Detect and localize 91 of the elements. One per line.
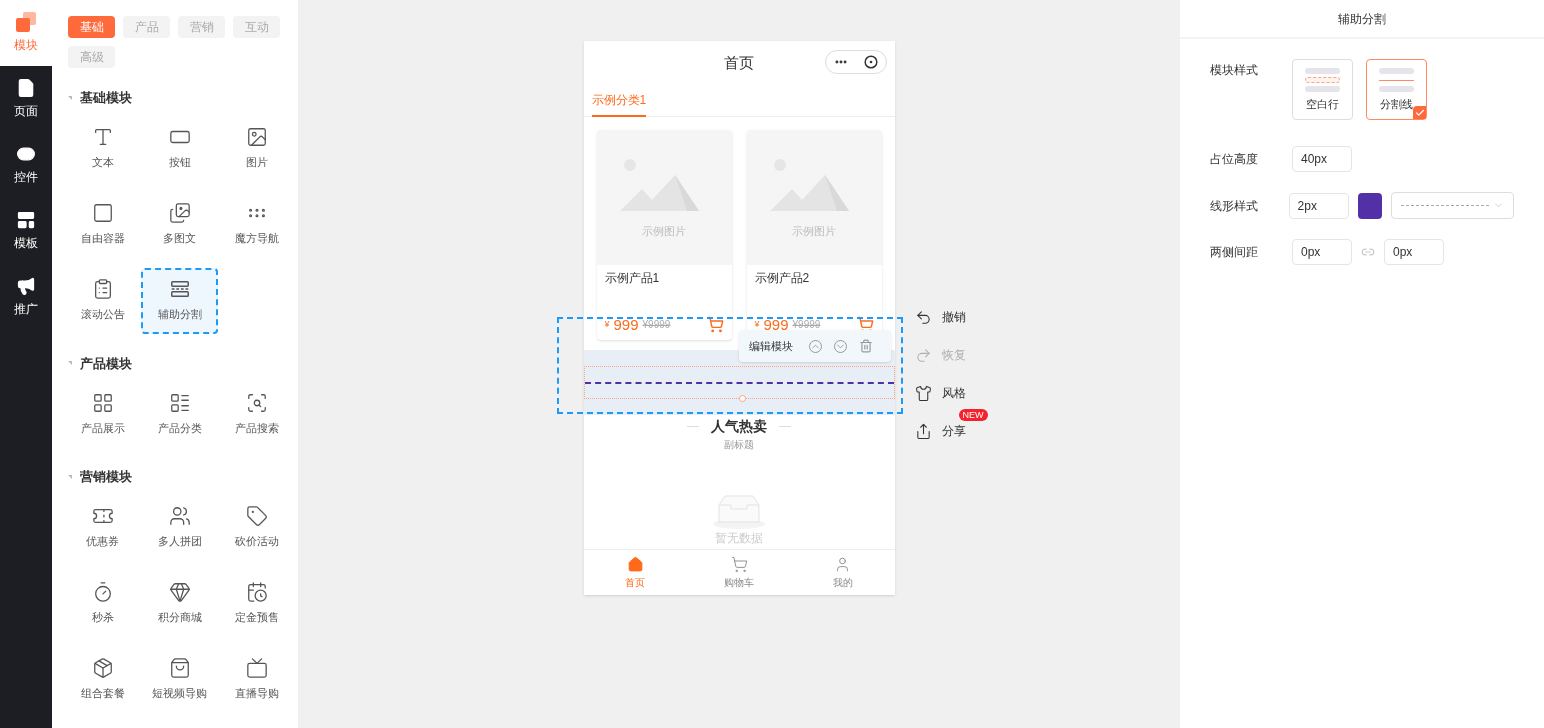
resize-handle[interactable]	[739, 395, 746, 402]
style-option[interactable]: 分割线	[1366, 59, 1427, 120]
section-subtitle: 副标题	[723, 438, 755, 452]
home-icon	[626, 555, 644, 573]
image-icon	[246, 126, 269, 149]
target-icon	[863, 55, 878, 69]
price: 999	[613, 314, 639, 335]
module-item[interactable]: 产品分类	[141, 381, 219, 447]
blocks-icon	[16, 12, 36, 32]
expand-triangle-icon	[68, 474, 72, 479]
module-item[interactable]: 产品搜索	[218, 381, 296, 447]
tab-bar-item[interactable]: 我的	[790, 550, 895, 595]
expand-triangle-icon	[68, 361, 72, 366]
module-item[interactable]: 积分商城	[141, 570, 219, 637]
group-title: 产品模块	[80, 354, 132, 373]
expand-triangle-icon	[68, 95, 72, 100]
module-item[interactable]: 多人拼团	[141, 494, 219, 561]
tv-icon	[246, 657, 269, 680]
price: 999	[763, 314, 789, 335]
nav-item[interactable]: 推广	[0, 264, 52, 330]
bag-icon	[168, 657, 191, 680]
product-name: 示例产品2	[753, 270, 811, 287]
template-icon	[16, 210, 36, 230]
side-action[interactable]: 分享	[914, 421, 975, 441]
nav-item[interactable]: 控件	[0, 132, 52, 198]
tab-bar-item[interactable]: 购物车	[687, 550, 791, 595]
panel-title: 辅助分割	[1338, 10, 1386, 28]
module-item[interactable]: 短视频导购	[141, 646, 219, 713]
grid-icon	[91, 391, 114, 414]
check-icon	[1413, 106, 1426, 119]
module-item[interactable]: 直播导购	[218, 646, 296, 713]
price-currency: ¥	[754, 318, 760, 331]
side-action[interactable]: 撤销	[914, 307, 975, 327]
side-action[interactable]: 风格	[914, 383, 975, 403]
module-item[interactable]: 产品展示	[64, 381, 141, 447]
group-title: 营销模块	[80, 468, 132, 486]
field-label: 占位高度	[1210, 151, 1259, 168]
tag-icon	[246, 505, 269, 528]
share-icon	[914, 422, 932, 440]
module-item[interactable]: 组合套餐	[64, 646, 141, 713]
style-option[interactable]: 空白行	[1292, 59, 1353, 120]
section-title: 人气热卖	[711, 417, 767, 436]
group-title: 基础模块	[80, 89, 132, 107]
price-currency: ¥	[604, 318, 610, 331]
group-icon	[168, 505, 191, 528]
cart-icon	[730, 555, 748, 573]
delete-button[interactable]	[858, 339, 873, 353]
square-icon	[91, 202, 114, 225]
page-icon	[16, 78, 36, 98]
module-item[interactable]: 多图文	[141, 191, 219, 258]
images-icon	[168, 202, 191, 225]
empty-tray-icon	[712, 493, 766, 529]
new-badge: NEW	[958, 409, 988, 421]
module-item[interactable]: 滚动公告	[64, 267, 141, 334]
undo-icon	[914, 308, 932, 326]
gem-icon	[168, 581, 191, 604]
shirt-icon	[914, 384, 932, 402]
line-style-select[interactable]	[1391, 192, 1514, 219]
package-icon	[91, 657, 114, 680]
original-price: ¥9999	[792, 318, 821, 333]
field-label: 两侧间距	[1210, 244, 1259, 261]
left-margin-field[interactable]: 0px	[1292, 239, 1352, 265]
module-item[interactable]: 魔方导航	[218, 191, 296, 258]
module-item[interactable]: 优惠券	[64, 494, 141, 561]
module-item[interactable]: 辅助分割	[141, 267, 219, 334]
link-icon[interactable]	[1361, 245, 1375, 259]
height-field[interactable]: 40px	[1292, 146, 1352, 172]
module-item[interactable]: 图片	[218, 115, 296, 182]
nav-item[interactable]: 模板	[0, 198, 52, 264]
calendar-icon	[246, 581, 269, 604]
module-item[interactable]: 砍价活动	[218, 494, 296, 561]
field-label: 模块样式	[1210, 62, 1259, 79]
divider-module[interactable]	[583, 366, 895, 399]
product-name: 示例产品1	[603, 270, 661, 287]
page-title: 首页	[724, 52, 754, 73]
line-width-field[interactable]: 2px	[1288, 192, 1349, 219]
module-item[interactable]: 自由容器	[64, 191, 141, 258]
megaphone-icon	[16, 276, 36, 296]
redo-icon	[914, 346, 932, 364]
original-price: ¥9999	[642, 318, 671, 333]
right-margin-field[interactable]: 0px	[1384, 239, 1444, 265]
search-icon	[246, 391, 269, 414]
module-item[interactable]: 文本	[64, 115, 141, 182]
module-item[interactable]: 定金预售	[218, 570, 296, 637]
list-icon	[168, 391, 191, 414]
nav-item[interactable]: 页面	[0, 66, 52, 132]
field-label: 线形样式	[1210, 197, 1259, 215]
module-item[interactable]: 按钮	[141, 115, 219, 182]
module-item[interactable]: 秒杀	[64, 570, 141, 637]
color-swatch[interactable]	[1357, 192, 1383, 219]
edit-label: 编辑模块	[748, 338, 793, 354]
